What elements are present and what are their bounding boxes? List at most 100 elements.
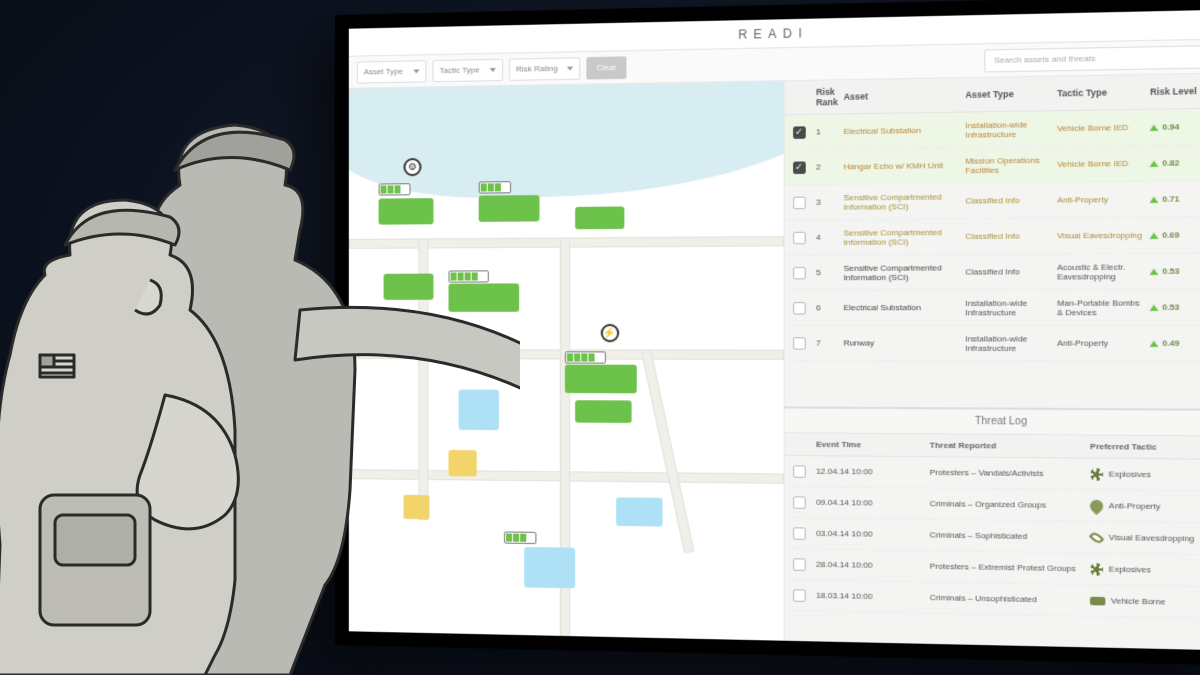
arrow-up-icon	[1150, 124, 1159, 130]
map-building[interactable]	[379, 198, 434, 225]
row-checkbox[interactable]	[793, 196, 806, 209]
col-rank: Risk Rank	[816, 86, 839, 107]
table-row[interactable]: 3Sensitive Compartmented Information (SC…	[784, 181, 1200, 221]
col-event-time: Event Time	[816, 440, 925, 450]
row-checkbox[interactable]	[793, 126, 806, 139]
cell-event-time: 12.04.14 10:00	[816, 467, 925, 477]
map-marker-icon[interactable]: ⚙	[403, 158, 421, 176]
cell-risk-level: 0.69	[1150, 230, 1200, 240]
filter-risk-rating[interactable]: Risk Rating	[509, 57, 580, 81]
cell-tactic-type: Anti-Property	[1057, 195, 1146, 205]
cell-rank: 3	[816, 197, 839, 207]
map-building[interactable]	[403, 495, 429, 519]
table-row[interactable]: 2 Hangar Echo w/ KMH Unit Mission Operatio…	[784, 145, 1200, 186]
cell-risk-level: 0.94	[1150, 122, 1200, 132]
row-checkbox[interactable]	[793, 302, 806, 314]
search-input[interactable]: Search assets and threats	[984, 44, 1200, 71]
col-threat-reported: Threat Reported	[930, 441, 1086, 452]
map-building[interactable]	[565, 365, 637, 394]
list-item[interactable]: 12.04.14 10:00 Protesters – Vandals/Activ…	[784, 456, 1200, 492]
table-row[interactable]: 5Sensitive Compartmented Information (SC…	[784, 253, 1200, 290]
map-water	[349, 81, 784, 199]
cell-threat-reported: Protesters – Vandals/Activists	[930, 468, 1086, 479]
map-panel[interactable]: ⚙ ⚡	[349, 81, 784, 641]
cell-tactic-type: Anti-Property	[1057, 338, 1146, 348]
row-checkbox[interactable]	[793, 231, 806, 243]
map-building[interactable]	[384, 274, 434, 300]
cell-event-time: 03.04.14 10:00	[816, 529, 925, 540]
cell-rank: 6	[816, 303, 839, 312]
filter-asset-type[interactable]: Asset Type	[357, 60, 427, 83]
risk-table-header: Risk Rank Asset Asset Type Tactic Type R…	[784, 74, 1200, 116]
row-checkbox[interactable]	[793, 337, 806, 349]
map-building[interactable]	[616, 497, 662, 526]
cell-asset: Hangar Echo w/ KMH Unit	[843, 161, 960, 172]
map-tag[interactable]	[504, 531, 536, 544]
cell-threat-reported: Protesters – Extremist Protest Groups	[930, 562, 1086, 574]
col-risk-level: Risk Level	[1150, 85, 1200, 97]
map-building[interactable]	[449, 283, 520, 311]
table-row[interactable]: 4Sensitive Compartmented Information (SC…	[784, 217, 1200, 255]
cell-rank: 1	[816, 127, 839, 137]
cell-event-time: 09.04.14 10:00	[816, 498, 925, 509]
cell-tactic-type: Visual Eavesdropping	[1057, 231, 1146, 241]
arrow-up-icon	[1150, 304, 1159, 310]
cell-risk-level: 0.53	[1150, 302, 1200, 312]
cell-threat-reported: Criminals – Organized Groups	[930, 499, 1086, 510]
col-asset-type: Asset Type	[965, 88, 1052, 100]
cell-asset-type: Mission Operations Facilities	[965, 155, 1052, 175]
cell-risk-level: 0.49	[1150, 338, 1200, 348]
cell-risk-level: 0.53	[1150, 266, 1200, 276]
cell-tactic-type: Vehicle Borne IED	[1057, 159, 1146, 170]
cell-threat-reported: Criminals – Unsophisticated	[930, 593, 1086, 605]
row-checkbox[interactable]	[793, 465, 806, 478]
cell-asset-type: Classified Info	[965, 231, 1052, 241]
row-checkbox[interactable]	[793, 589, 806, 602]
clear-button[interactable]: Clear	[586, 56, 626, 79]
threat-log-title: Threat Log	[784, 408, 1200, 436]
map-building[interactable]	[449, 450, 477, 477]
row-checkbox[interactable]	[793, 527, 806, 540]
cell-preferred-tactic: Explosives	[1090, 468, 1200, 482]
cell-rank: 2	[816, 162, 839, 172]
arrow-up-icon	[1150, 340, 1159, 346]
table-row[interactable]: 7RunwayInstallation-wide InfrastructureA…	[784, 326, 1200, 362]
risk-table: Risk Rank Asset Asset Type Tactic Type R…	[784, 74, 1200, 409]
table-row[interactable]: 1Electrical SubstationInstallation-wide …	[784, 109, 1200, 151]
cell-asset-type: Classified Info	[965, 195, 1052, 205]
chevron-down-icon	[567, 66, 573, 70]
map-tag[interactable]	[479, 181, 511, 193]
map-building[interactable]	[575, 206, 624, 229]
cell-event-time: 28.04.14 10:00	[816, 560, 925, 571]
cell-asset-type: Classified Info	[965, 267, 1052, 277]
cell-asset: Sensitive Compartmented Information (SCI…	[843, 227, 960, 246]
cell-asset: Electrical Substation	[843, 303, 960, 313]
table-row[interactable]: 6Electrical SubstationInstallation-wide …	[784, 290, 1200, 326]
map-tag[interactable]	[565, 351, 606, 363]
map-marker-icon[interactable]: ⚡	[601, 324, 619, 342]
map-building[interactable]	[459, 390, 499, 431]
filter-label: Risk Rating	[516, 64, 558, 74]
row-checkbox[interactable]	[793, 161, 806, 174]
arrow-up-icon	[1150, 268, 1159, 274]
col-preferred-tactic: Preferred Tactic	[1090, 442, 1200, 453]
cell-tactic-type: Acoustic & Electr. Eavesdropping	[1057, 262, 1146, 281]
cell-rank: 5	[816, 268, 839, 277]
list-item[interactable]: 18.03.14 10:00Criminals – Unsophisticate…	[784, 580, 1200, 620]
map-tag[interactable]	[449, 270, 489, 282]
side-panel: Risk Rank Asset Asset Type Tactic Type R…	[784, 74, 1200, 651]
row-checkbox[interactable]	[793, 558, 806, 571]
threat-log: Threat Log Event Time Threat Reported Pr…	[784, 406, 1200, 650]
display-monitor: READI Asset Type Tactic Type Risk Rating…	[335, 0, 1200, 666]
cell-preferred-tactic: Explosives	[1090, 562, 1200, 577]
filter-tactic-type[interactable]: Tactic Type	[432, 58, 502, 82]
map-building[interactable]	[479, 195, 540, 222]
row-checkbox[interactable]	[793, 266, 806, 278]
map-building[interactable]	[524, 547, 575, 588]
map-building[interactable]	[575, 400, 631, 423]
row-checkbox[interactable]	[793, 496, 806, 509]
tactic-icon	[1089, 530, 1105, 545]
tactic-icon	[1090, 596, 1105, 605]
filter-label: Asset Type	[364, 67, 403, 77]
map-tag[interactable]	[379, 183, 411, 195]
